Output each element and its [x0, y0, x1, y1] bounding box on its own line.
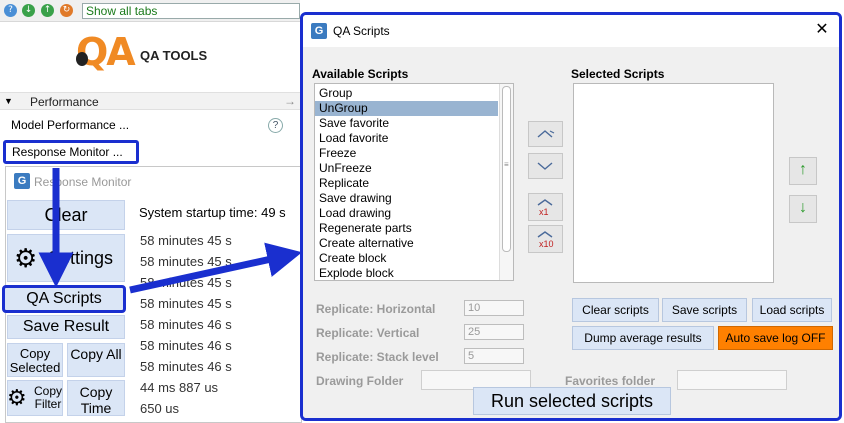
replicate-stack-input[interactable]: 5 — [464, 348, 524, 364]
save-scripts-button[interactable]: Save scripts — [662, 298, 747, 322]
available-scripts-header: Available Scripts — [312, 67, 409, 81]
tabs-filter-select[interactable]: Show all tabs — [82, 3, 300, 19]
selected-scripts-list[interactable] — [573, 83, 774, 283]
gear-icon: ⚙ — [7, 385, 27, 410]
dialog-body: Available Scripts Selected Scripts Group… — [303, 47, 839, 418]
timing-entry[interactable]: 44 ms 887 us — [140, 380, 218, 395]
copy-selected-button[interactable]: Copy Selected — [7, 343, 63, 377]
clear-button[interactable]: Clear — [7, 200, 125, 230]
timing-entry[interactable]: 58 minutes 45 s — [140, 275, 232, 290]
clear-scripts-button[interactable]: Clear scripts — [572, 298, 659, 322]
scrollbar[interactable]: ≡ — [499, 84, 513, 280]
available-script-item[interactable]: UnGroup — [315, 101, 498, 116]
help-circle-icon[interactable]: ? — [4, 4, 17, 17]
timing-entry[interactable]: 650 us — [140, 401, 179, 416]
reset-icon[interactable]: ↻ — [60, 4, 73, 17]
available-script-item[interactable]: Save drawing — [315, 191, 498, 206]
dump-average-results-button[interactable]: Dump average results — [572, 326, 714, 350]
available-script-item[interactable]: Explode block — [315, 266, 498, 280]
available-script-item[interactable]: Create alternative — [315, 236, 498, 251]
replicate-vertical-label: Replicate: Vertical — [316, 326, 420, 340]
qa-tools-logo: QA QA TOOLS — [70, 30, 230, 78]
gear-icon: ⚙ — [14, 243, 38, 273]
arrow-up-icon: ↑ — [799, 161, 807, 178]
copy-filter-button[interactable]: ⚙ Copy Filter — [7, 380, 63, 416]
timing-entry[interactable]: 58 minutes 46 s — [140, 317, 232, 332]
favorites-folder-label: Favorites folder — [565, 374, 656, 388]
available-script-item[interactable]: Load favorite — [315, 131, 498, 146]
copy-all-button[interactable]: Copy All — [67, 343, 125, 377]
drawing-folder-label: Drawing Folder — [316, 374, 404, 388]
replicate-stack-label: Replicate: Stack level — [316, 350, 439, 364]
performance-section-label: Performance — [30, 95, 99, 109]
run-selected-scripts-button[interactable]: Run selected scripts — [473, 387, 671, 415]
timing-entry[interactable]: 58 minutes 45 s — [140, 296, 232, 311]
close-icon[interactable]: ✕ — [811, 20, 833, 40]
app-logo-icon: G — [14, 173, 30, 189]
x1-label: x1 — [539, 207, 549, 217]
selected-scripts-header: Selected Scripts — [571, 67, 665, 81]
bug-icon — [76, 52, 88, 66]
add-x1-button[interactable]: x1 — [528, 193, 563, 221]
app-logo-icon: G — [311, 23, 327, 39]
response-monitor-title: Response Monitor — [34, 175, 132, 189]
add-x10-button[interactable]: x10 — [528, 225, 563, 253]
model-performance-item[interactable]: Model Performance ... — [11, 118, 129, 132]
move-down-button[interactable]: ↓ — [789, 195, 817, 223]
help-icon[interactable]: ? — [268, 118, 283, 133]
dialog-titlebar: G QA Scripts ✕ — [303, 15, 839, 47]
copy-filter-label: Copy Filter — [33, 384, 62, 411]
available-script-item[interactable]: Regenerate parts — [315, 221, 498, 236]
available-scripts-list[interactable]: Group UnGroup Save favorite Load favorite Fr… — [314, 83, 514, 281]
settings-button[interactable]: ⚙ Settings — [7, 234, 125, 282]
performance-section-header[interactable]: ▼ Performance → — [0, 92, 300, 110]
timing-entry[interactable]: 58 minutes 46 s — [140, 359, 232, 374]
remove-script-button[interactable] — [528, 153, 563, 179]
startup-time-label: System startup time: 49 s — [139, 205, 286, 220]
add-script-button[interactable] — [528, 121, 563, 147]
available-script-item[interactable]: Replicate — [315, 176, 498, 191]
up-arrow-icon[interactable]: ↑ — [41, 4, 54, 17]
qa-scripts-dialog: G QA Scripts ✕ Available Scripts Selecte… — [300, 12, 842, 421]
available-script-item[interactable]: Group — [315, 86, 498, 101]
replicate-horizontal-label: Replicate: Horizontal — [316, 302, 436, 316]
load-scripts-button[interactable]: Load scripts — [752, 298, 832, 322]
move-left-icon — [537, 162, 553, 170]
dialog-title: QA Scripts — [333, 24, 390, 38]
response-monitor-titlebar: G Response Monitor — [6, 167, 303, 195]
timing-entry[interactable]: 58 minutes 45 s — [140, 233, 232, 248]
scroll-grip-icon: ≡ — [504, 160, 509, 169]
move-right-icon — [537, 130, 555, 138]
down-arrow-icon[interactable]: ↓ — [22, 4, 35, 17]
qa-tools-title: QA TOOLS — [140, 48, 208, 63]
settings-button-label: Settings — [48, 248, 114, 268]
top-toolbar: ? ↓ ↑ ↻ Show all tabs — [0, 0, 300, 22]
timing-entry[interactable]: 58 minutes 46 s — [140, 338, 232, 353]
available-script-item[interactable]: Load drawing — [315, 206, 498, 221]
available-script-item[interactable]: UnFreeze — [315, 161, 498, 176]
replicate-vertical-input[interactable]: 25 — [464, 324, 524, 340]
response-monitor-item[interactable]: Response Monitor ... — [3, 140, 139, 164]
replicate-horizontal-input[interactable]: 10 — [464, 300, 524, 316]
available-script-item[interactable]: Create block — [315, 251, 498, 266]
collapse-triangle-icon[interactable]: ▼ — [4, 96, 13, 106]
x10-label: x10 — [539, 239, 554, 249]
move-up-button[interactable]: ↑ — [789, 157, 817, 185]
favorites-folder-input[interactable] — [677, 370, 787, 390]
scrollbar-thumb[interactable]: ≡ — [502, 86, 511, 252]
qa-scripts-button[interactable]: QA Scripts — [2, 285, 126, 313]
copy-time-button[interactable]: Copy Time — [67, 380, 125, 416]
available-script-item[interactable]: Freeze — [315, 146, 498, 161]
save-result-button[interactable]: Save Result — [7, 315, 125, 339]
chevron-right-icon: → — [284, 94, 296, 108]
timing-entry[interactable]: 58 minutes 45 s — [140, 254, 232, 269]
available-script-item[interactable]: Save favorite — [315, 116, 498, 131]
auto-save-log-toggle[interactable]: Auto save log OFF — [718, 326, 833, 350]
arrow-down-icon: ↓ — [799, 199, 807, 216]
